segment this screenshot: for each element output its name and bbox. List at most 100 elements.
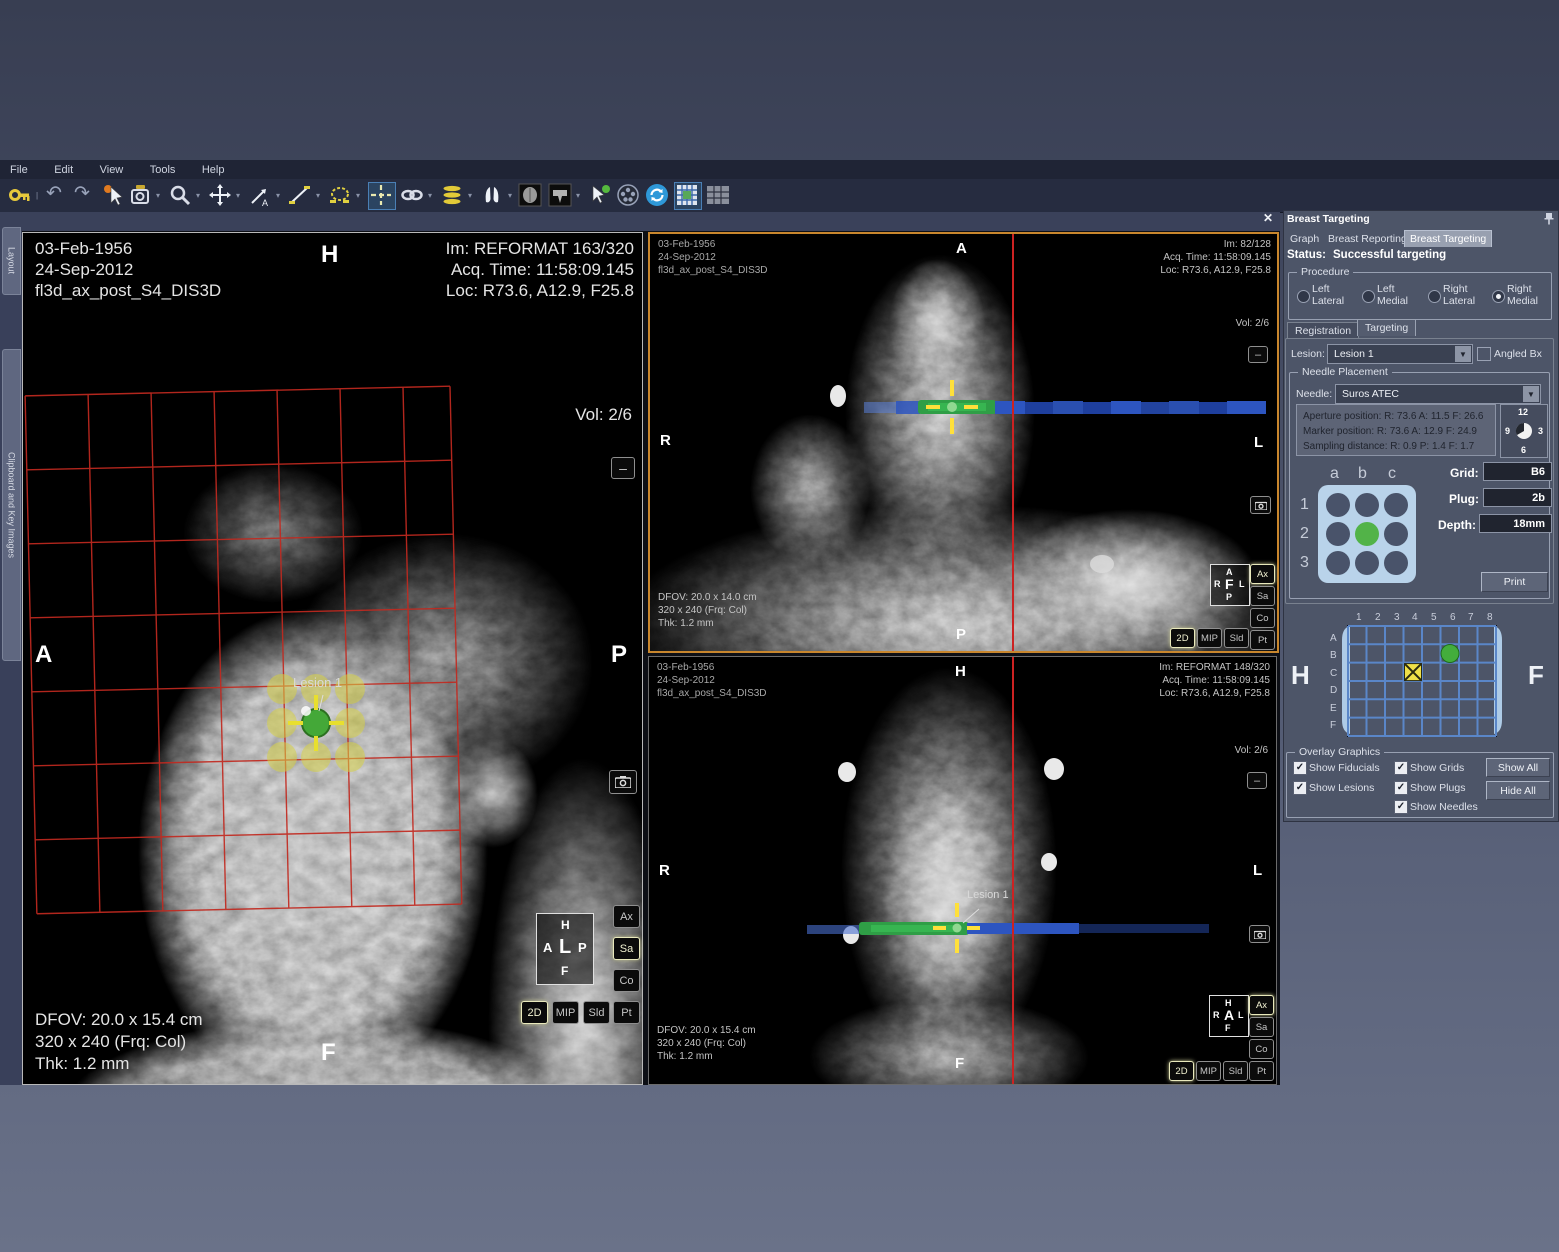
panel-tab-graph[interactable]: Graph: [1285, 231, 1324, 247]
orientation-views-icon[interactable]: [480, 183, 504, 207]
snapshot-button[interactable]: [1249, 925, 1270, 943]
mode-button-2d[interactable]: 2D: [521, 1001, 548, 1024]
dfov-readout: DFOV: 20.0 x 15.4 cm: [657, 1025, 756, 1036]
sub-tab-registration[interactable]: Registration: [1287, 322, 1359, 339]
slice-location: Loc: R73.6, A12.9, F25.8: [446, 281, 634, 301]
mode-button-2d[interactable]: 2D: [1169, 1061, 1194, 1081]
viewport-sagittal[interactable]: 03-Feb-1956 24-Sep-2012 fl3d_ax_post_S4_…: [22, 232, 643, 1085]
zoom-magnifier-icon[interactable]: [168, 183, 192, 207]
radio-label: Left: [1377, 283, 1395, 295]
roi-ellipse-icon[interactable]: [328, 183, 352, 207]
mode-button-2d[interactable]: 2D: [1170, 628, 1195, 648]
plane-button-co[interactable]: Co: [1249, 1039, 1274, 1059]
snapshot-camera-icon[interactable]: [128, 183, 152, 207]
plane-button-ax[interactable]: Ax: [613, 905, 640, 928]
viewport-axial-bottom[interactable]: 03-Feb-1956 24-Sep-2012 fl3d_ax_post_S4_…: [648, 656, 1277, 1085]
side-tab-clipboard[interactable]: Clipboard and Key Images: [2, 349, 21, 661]
radio-right-medial[interactable]: [1492, 290, 1505, 303]
chevron-down-icon[interactable]: ▼: [1523, 386, 1539, 402]
mode-button-mip[interactable]: MIP: [1197, 628, 1222, 648]
grid-left-label: H: [1291, 660, 1310, 691]
snapshot-button[interactable]: [1250, 496, 1271, 514]
side-tab-layout[interactable]: Layout: [2, 227, 21, 295]
mode-button-sld[interactable]: Sld: [583, 1001, 610, 1024]
thickness-readout: Thk: 1.2 mm: [658, 618, 714, 629]
show-lesions-checkbox[interactable]: ✓: [1293, 781, 1307, 795]
mode-button-pt[interactable]: Pt: [1249, 1061, 1274, 1081]
cine-reel-icon[interactable]: [616, 183, 640, 207]
needle-clock-widget[interactable]: 12 9 3 6: [1500, 404, 1548, 458]
menu-file[interactable]: File: [10, 161, 28, 176]
mode-button-pt[interactable]: Pt: [1250, 630, 1275, 650]
close-panel-icon[interactable]: ✕: [1260, 210, 1276, 226]
overlay-graphics-legend: Overlay Graphics: [1295, 746, 1384, 758]
show-grids-checkbox[interactable]: ✓: [1394, 761, 1408, 775]
menu-edit[interactable]: Edit: [54, 161, 73, 176]
needle-dropdown[interactable]: Suros ATEC ▼: [1335, 384, 1541, 404]
hole-row-1: 1: [1300, 496, 1309, 514]
grid-col-4: 4: [1412, 612, 1418, 623]
menu-help[interactable]: Help: [202, 161, 225, 176]
show-needles-checkbox[interactable]: ✓: [1394, 800, 1408, 814]
redo-icon[interactable]: ↷: [74, 182, 90, 206]
axial-mri-image: [649, 657, 1276, 1084]
hide-all-button[interactable]: Hide All: [1486, 781, 1550, 800]
panel-tab-breast-reporting[interactable]: Breast Reporting: [1323, 231, 1412, 247]
mode-button-pt[interactable]: Pt: [613, 1001, 640, 1024]
orientation-cube: H A L P F: [536, 913, 594, 985]
plane-button-sa[interactable]: Sa: [1250, 586, 1275, 606]
mode-button-mip[interactable]: MIP: [552, 1001, 579, 1024]
study-date: 24-Sep-2012: [35, 260, 133, 280]
plane-button-ax[interactable]: Ax: [1250, 564, 1275, 584]
plane-button-co[interactable]: Co: [613, 969, 640, 992]
viewport-axial-top[interactable]: 03-Feb-1956 24-Sep-2012 fl3d_ax_post_S4_…: [648, 232, 1279, 653]
crosshair-tool-selected[interactable]: [368, 182, 396, 210]
plane-button-co[interactable]: Co: [1250, 608, 1275, 628]
collapse-button[interactable]: –: [1248, 346, 1268, 363]
radio-left-lateral[interactable]: [1297, 290, 1310, 303]
plane-button-sa[interactable]: Sa: [613, 937, 640, 960]
radio-right-lateral[interactable]: [1428, 290, 1441, 303]
mode-button-mip[interactable]: MIP: [1196, 1061, 1221, 1081]
marker-position: Marker position: R: 73.6 A: 12.9 F: 24.9: [1303, 426, 1477, 437]
collapse-button[interactable]: –: [1247, 772, 1267, 789]
link-series-icon[interactable]: [400, 183, 424, 207]
annotate-arrow-icon[interactable]: A: [248, 183, 272, 207]
probe-pointer-icon[interactable]: [588, 183, 612, 207]
select-cursor-icon[interactable]: [102, 183, 126, 207]
film-layout-icon[interactable]: [706, 183, 730, 207]
mode-button-sld[interactable]: Sld: [1224, 628, 1249, 648]
chevron-down-icon[interactable]: ▼: [1455, 346, 1471, 362]
print-button[interactable]: Print: [1481, 572, 1548, 592]
snapshot-button[interactable]: [609, 770, 637, 794]
collapse-button[interactable]: –: [611, 457, 635, 479]
menu-tools[interactable]: Tools: [150, 161, 176, 176]
plane-button-sa[interactable]: Sa: [1249, 1017, 1274, 1037]
show-plugs-checkbox[interactable]: ✓: [1394, 781, 1408, 795]
sync-tool-icon[interactable]: [645, 183, 669, 207]
panel-tab-breast-targeting[interactable]: Breast Targeting: [1404, 230, 1492, 247]
distance-measure-icon[interactable]: [288, 183, 312, 207]
mode-button-sld[interactable]: Sld: [1223, 1061, 1248, 1081]
sub-tab-targeting[interactable]: Targeting: [1357, 319, 1416, 336]
series-name: fl3d_ax_post_S4_DIS3D: [35, 281, 221, 301]
lesion-dropdown[interactable]: Lesion 1 ▼: [1327, 344, 1473, 364]
show-all-button[interactable]: Show All: [1486, 758, 1550, 777]
plug-hole-selector[interactable]: [1318, 485, 1416, 583]
radio-left-medial[interactable]: [1362, 290, 1375, 303]
menu-view[interactable]: View: [100, 161, 124, 176]
patient-birthdate: 03-Feb-1956: [35, 239, 132, 259]
pan-tool-icon[interactable]: [208, 183, 232, 207]
clock-face-icon: [1515, 422, 1533, 440]
image-thumbnail-2-icon[interactable]: [548, 183, 572, 207]
angled-bx-checkbox[interactable]: [1477, 347, 1491, 361]
show-fiducials-checkbox[interactable]: ✓: [1293, 761, 1307, 775]
undo-icon[interactable]: ↶: [46, 182, 62, 206]
plane-button-ax[interactable]: Ax: [1249, 995, 1274, 1015]
series-stack-icon[interactable]: [440, 183, 464, 207]
grid-map-graphic[interactable]: [1338, 624, 1506, 738]
image-thumbnail-1-icon[interactable]: [518, 183, 542, 207]
grid-layout-selected[interactable]: [674, 182, 702, 210]
pin-icon[interactable]: [1543, 212, 1555, 225]
key-icon[interactable]: [8, 183, 32, 207]
